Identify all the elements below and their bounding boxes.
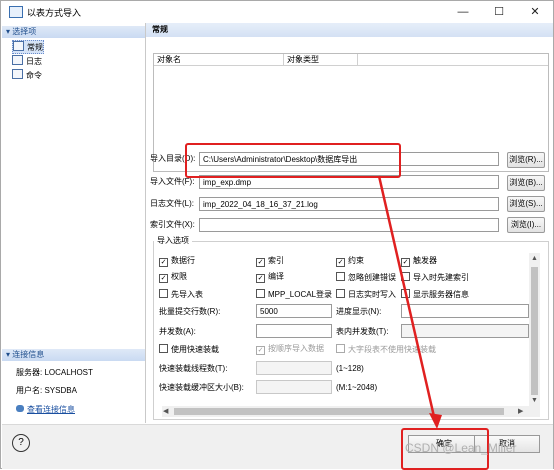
annotation-arrow <box>377 175 442 429</box>
watermark: CSDN @Lean_Miller <box>405 441 517 455</box>
import-dialog: 以表方式导入 — ☐ ✕ ▾ 选择项 常规 日志 命令 ▾ 连接信息 服务器: … <box>0 0 554 470</box>
